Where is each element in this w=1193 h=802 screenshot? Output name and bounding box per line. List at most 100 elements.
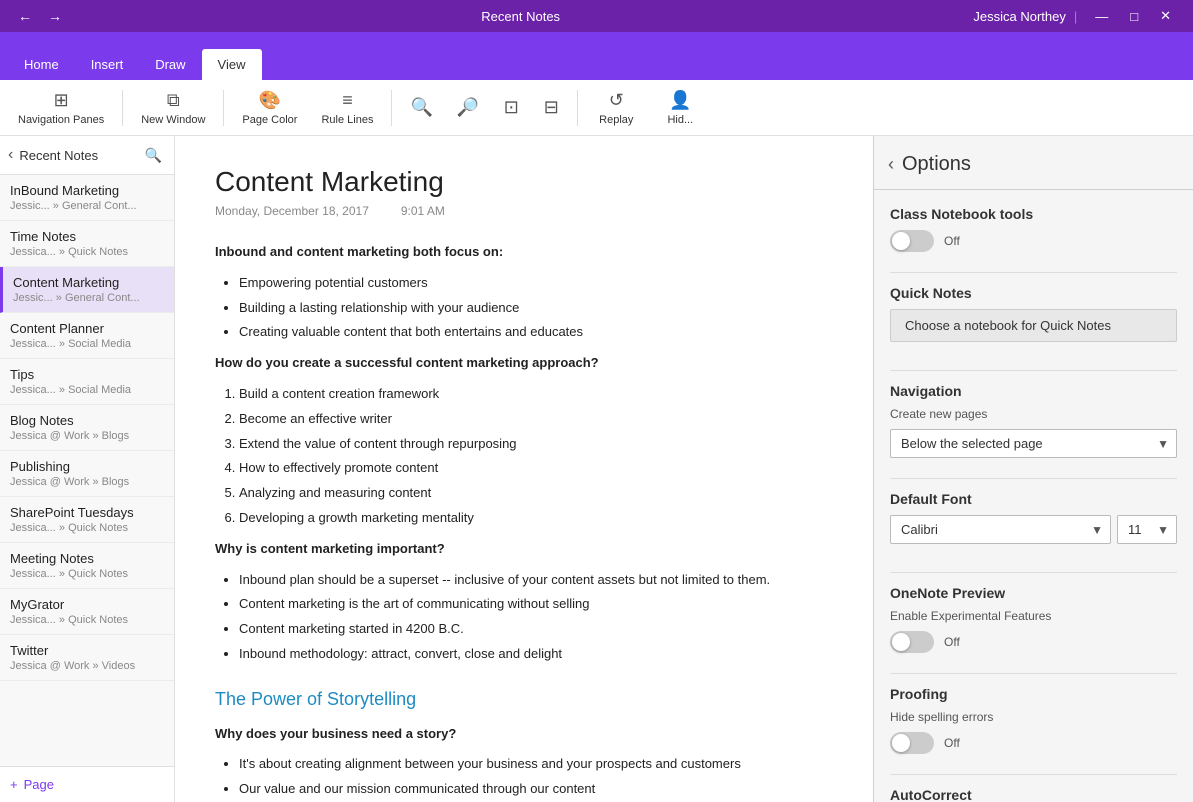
hide-authors-button[interactable]: 👤 Hid...	[650, 84, 710, 132]
font-name-dropdown-wrapper: Calibri Arial Times New Roman Segoe UI ▼	[890, 515, 1111, 544]
content-body: Inbound and content marketing both focus…	[215, 242, 833, 802]
add-page-button[interactable]: + Page	[0, 766, 174, 802]
bullet-list-2: Inbound plan should be a superset -- inc…	[239, 570, 833, 665]
sidebar-search-button[interactable]: 🔍	[141, 145, 166, 166]
proofing-section: Proofing Hide spelling errors Off	[890, 686, 1177, 754]
item-sub: Jessic... » General Cont...	[13, 292, 164, 304]
sidebar-back-button[interactable]: ‹	[8, 144, 19, 166]
titlebar: ← → Recent Notes Jessica Northey | — □ ✕	[0, 0, 1193, 32]
divider	[890, 774, 1177, 775]
list-item: Content marketing started in 4200 B.C.	[239, 619, 833, 640]
rule-lines-button[interactable]: ≡ Rule Lines	[311, 84, 383, 132]
sidebar: ‹ Recent Notes 🔍 InBound Marketing Jessi…	[0, 136, 175, 802]
bold-text: Why is content marketing important?	[215, 541, 445, 556]
item-sub: Jessica... » Quick Notes	[10, 522, 164, 534]
content-area: Content Marketing Monday, December 18, 2…	[175, 136, 873, 802]
replay-button[interactable]: ↺ Replay	[586, 84, 646, 132]
zoom-in-button[interactable]: 🔎	[447, 84, 489, 132]
navigation-sub: Create new pages	[890, 407, 1177, 421]
content-meta: Monday, December 18, 2017 9:01 AM	[215, 204, 833, 218]
titlebar-user-section: Jessica Northey | — □ ✕	[973, 4, 1181, 28]
sidebar-header: ‹ Recent Notes 🔍	[0, 136, 174, 175]
zoom-in-icon: 🔎	[457, 97, 479, 118]
onenote-preview-title: OneNote Preview	[890, 585, 1177, 601]
close-button[interactable]: ✕	[1150, 4, 1181, 28]
item-title: Time Notes	[10, 229, 164, 244]
toolbar: ⊞ Navigation Panes ⧉ New Window 🎨 Page C…	[0, 80, 1193, 136]
full-page-icon: ⊡	[504, 97, 519, 118]
options-back-button[interactable]: ‹	[886, 152, 902, 177]
page-color-icon: 🎨	[259, 90, 281, 111]
new-window-button[interactable]: ⧉ New Window	[131, 84, 215, 132]
list-item[interactable]: SharePoint Tuesdays Jessica... » Quick N…	[0, 497, 174, 543]
item-sub: Jessica... » Social Media	[10, 384, 164, 396]
list-item: Developing a growth marketing mentality	[239, 508, 833, 529]
list-item[interactable]: Twitter Jessica @ Work » Videos	[0, 635, 174, 681]
list-item: Become an effective writer	[239, 409, 833, 430]
list-item[interactable]: Blog Notes Jessica @ Work » Blogs	[0, 405, 174, 451]
menubar: Home Insert Draw View	[0, 32, 1193, 80]
list-item[interactable]: Time Notes Jessica... » Quick Notes	[0, 221, 174, 267]
item-sub: Jessica @ Work » Blogs	[10, 430, 164, 442]
list-item[interactable]: MyGrator Jessica... » Quick Notes	[0, 589, 174, 635]
add-icon: +	[10, 777, 18, 792]
class-notebook-toggle-row: Off	[890, 230, 1177, 252]
full-screen-button[interactable]: ⊟	[533, 84, 569, 132]
tab-draw[interactable]: Draw	[139, 49, 201, 80]
bold-text: How do you create a successful content m…	[215, 355, 599, 370]
item-sub: Jessica... » Social Media	[10, 338, 164, 350]
list-item-active[interactable]: Content Marketing Jessic... » General Co…	[0, 267, 174, 313]
page-color-label: Page Color	[242, 114, 297, 126]
new-window-icon: ⧉	[167, 90, 180, 111]
class-notebook-toggle[interactable]	[890, 230, 934, 252]
proofing-toggle[interactable]	[890, 732, 934, 754]
toggle-knob	[892, 232, 910, 250]
item-title: Publishing	[10, 459, 164, 474]
item-title: MyGrator	[10, 597, 164, 612]
minimize-button[interactable]: —	[1085, 4, 1118, 28]
zoom-out-button[interactable]: 🔍	[400, 84, 442, 132]
list-item: Our value and our mission communicated t…	[239, 779, 833, 800]
font-name-dropdown[interactable]: Calibri Arial Times New Roman Segoe UI	[890, 515, 1111, 544]
tab-view[interactable]: View	[202, 49, 262, 80]
navigation-dropdown[interactable]: Below the selected page At end of sectio…	[890, 429, 1177, 458]
font-size-dropdown[interactable]: 8 9 10 11 12 14	[1117, 515, 1177, 544]
tab-home[interactable]: Home	[8, 49, 75, 80]
divider	[890, 478, 1177, 479]
list-item[interactable]: InBound Marketing Jessic... » General Co…	[0, 175, 174, 221]
list-item[interactable]: Tips Jessica... » Social Media	[0, 359, 174, 405]
list-item: Inbound plan should be a superset -- inc…	[239, 570, 833, 591]
list-item[interactable]: Meeting Notes Jessica... » Quick Notes	[0, 543, 174, 589]
proofing-sub: Hide spelling errors	[890, 710, 1177, 724]
list-item[interactable]: Content Planner Jessica... » Social Medi…	[0, 313, 174, 359]
section-title: The Power of Storytelling	[215, 685, 833, 714]
full-page-button[interactable]: ⊡	[493, 84, 529, 132]
paragraph: How do you create a successful content m…	[215, 353, 833, 374]
page-color-button[interactable]: 🎨 Page Color	[232, 84, 307, 132]
divider	[890, 572, 1177, 573]
proofing-toggle-label: Off	[944, 736, 960, 750]
bold-text: Inbound and content marketing both focus…	[215, 244, 503, 259]
choose-notebook-button[interactable]: Choose a notebook for Quick Notes	[890, 309, 1177, 342]
item-sub: Jessica @ Work » Blogs	[10, 476, 164, 488]
options-body: Class Notebook tools Off Quick Notes Cho…	[874, 190, 1193, 802]
maximize-button[interactable]: □	[1120, 4, 1148, 28]
autocorrect-title: AutoCorrect	[890, 787, 1177, 802]
replay-label: Replay	[599, 114, 633, 126]
navigation-panes-icon: ⊞	[54, 90, 69, 111]
tab-insert[interactable]: Insert	[75, 49, 140, 80]
list-item: Building a lasting relationship with you…	[239, 298, 833, 319]
nav-back-button[interactable]: ←	[12, 6, 38, 26]
titlebar-title: Recent Notes	[68, 9, 973, 24]
item-sub: Jessic... » General Cont...	[10, 200, 164, 212]
navigation-panes-button[interactable]: ⊞ Navigation Panes	[8, 84, 114, 132]
list-item: Creating valuable content that both ente…	[239, 322, 833, 343]
onenote-preview-sub: Enable Experimental Features	[890, 609, 1177, 623]
onenote-preview-toggle[interactable]	[890, 631, 934, 653]
list-item[interactable]: Publishing Jessica @ Work » Blogs	[0, 451, 174, 497]
onenote-preview-toggle-row: Off	[890, 631, 1177, 653]
item-title: Content Marketing	[13, 275, 164, 290]
sidebar-title: Recent Notes	[19, 148, 140, 163]
nav-forward-button[interactable]: →	[42, 6, 68, 26]
onenote-preview-toggle-label: Off	[944, 635, 960, 649]
